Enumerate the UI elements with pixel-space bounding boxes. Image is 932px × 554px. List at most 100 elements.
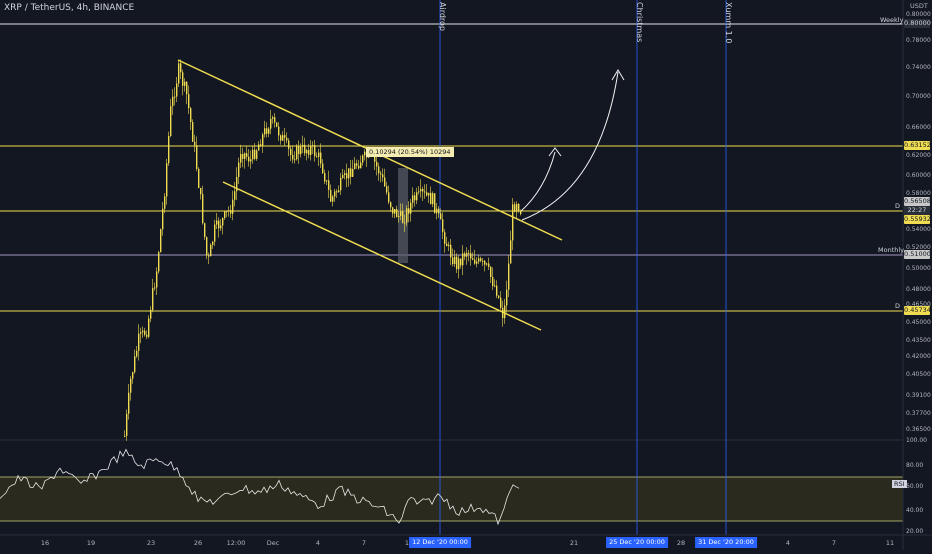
candle-body [398, 215, 400, 218]
candle-body [418, 191, 420, 193]
candle-body [288, 140, 290, 149]
candle-body [124, 435, 126, 437]
candle-body [272, 117, 274, 119]
candle-body [326, 180, 328, 182]
projection-arrow-short[interactable] [519, 151, 556, 213]
candle-body [202, 194, 204, 224]
candle-body [336, 191, 338, 193]
candle-body [408, 208, 410, 214]
price-tick: 0.70000 [906, 93, 931, 100]
price-tick: 0.80000 [906, 11, 931, 18]
candle-body [490, 266, 492, 277]
candle-body [478, 258, 480, 262]
price-tick: 0.50000 [906, 265, 931, 272]
time-tick: 7 [831, 539, 837, 547]
candle-body [332, 196, 334, 202]
price-tick: 0.66000 [906, 124, 931, 131]
monthly-tag: Monthly [878, 246, 905, 254]
candle-body [460, 258, 462, 266]
airdrop-label: Airdrop [438, 2, 447, 32]
candle-body [132, 372, 134, 379]
candle-body [310, 145, 312, 155]
candle-body [148, 318, 150, 337]
candle-body [128, 392, 130, 414]
candle-body [504, 305, 506, 319]
candle-body [422, 189, 424, 192]
measure-tooltip: 0.10294 (20.54%) 10294 [366, 147, 454, 157]
candle-body [244, 153, 246, 159]
christmas-label: Christmas [635, 2, 644, 43]
candle-body [208, 255, 210, 257]
candle-body [276, 122, 278, 127]
candle-body [176, 83, 178, 97]
candle-body [406, 208, 408, 223]
candle-body [146, 334, 148, 337]
candle-body [126, 413, 128, 436]
candle-body [130, 378, 132, 393]
weekly-price-box: 0.80000 [904, 19, 931, 28]
chart-area[interactable]: XRP / TetherUS, 4h, BINANCE Airdrop Chri… [0, 0, 932, 550]
candle-body [144, 330, 146, 335]
rsi-tick: 60.00 [906, 483, 924, 490]
candle-body [482, 260, 484, 262]
candle-body [382, 174, 384, 178]
candle-body [258, 144, 260, 151]
time-tick: 4 [315, 539, 321, 547]
candle-body [238, 162, 240, 177]
candle-body [448, 244, 450, 247]
candle-body [218, 220, 220, 229]
candle-body [360, 162, 362, 169]
rsi-band [0, 477, 903, 521]
candle-body [164, 196, 166, 209]
candle-body [194, 141, 196, 146]
candle-body [158, 252, 160, 272]
daily-lower-tag: D [895, 302, 901, 310]
price-chart-svg[interactable] [0, 0, 932, 550]
candle-body [260, 144, 262, 147]
candle-body [186, 81, 188, 95]
channel-lower-line[interactable] [222, 181, 542, 331]
candle-body [342, 175, 344, 179]
candle-body [438, 208, 440, 214]
weekly-tag: Weekly [880, 16, 904, 24]
candle-body [470, 253, 472, 259]
candle-body [362, 155, 364, 163]
candle-body [452, 257, 454, 265]
candle-body [304, 144, 306, 154]
candle-body [484, 260, 486, 265]
candle-body [434, 193, 436, 214]
candle-body [356, 163, 358, 166]
candle-body [266, 128, 268, 134]
candle-body [184, 81, 186, 86]
candle-body [286, 137, 288, 141]
rsi-tick: 20.00 [906, 528, 924, 535]
candle-body [458, 258, 460, 270]
candle-body [414, 195, 416, 201]
price-tick: 0.43500 [906, 337, 931, 344]
candle-body [240, 154, 242, 163]
candle-body [324, 173, 326, 182]
rsi-label: RSI [892, 480, 907, 488]
price-tick: 0.78000 [906, 37, 931, 44]
candle-body [254, 149, 256, 159]
candle-body [322, 163, 324, 174]
candle-body [320, 152, 322, 164]
candle-body [496, 285, 498, 296]
candle-body [270, 118, 272, 129]
candle-body [152, 288, 154, 310]
candle-body [516, 204, 518, 212]
time-tick: 28 [676, 539, 686, 547]
candle-body [428, 192, 430, 196]
candle-body [206, 237, 208, 256]
price-tick: 0.60000 [906, 172, 931, 179]
candle-body [166, 163, 168, 197]
candle-body [494, 285, 496, 287]
candle-body [316, 156, 318, 158]
candle-body [512, 204, 514, 241]
candle-body [454, 256, 456, 265]
candle-body [180, 63, 182, 73]
candle-body [508, 263, 510, 290]
candle-body [520, 210, 522, 215]
current-price-box: 0.56508 [904, 197, 931, 206]
candle-body [440, 213, 442, 220]
